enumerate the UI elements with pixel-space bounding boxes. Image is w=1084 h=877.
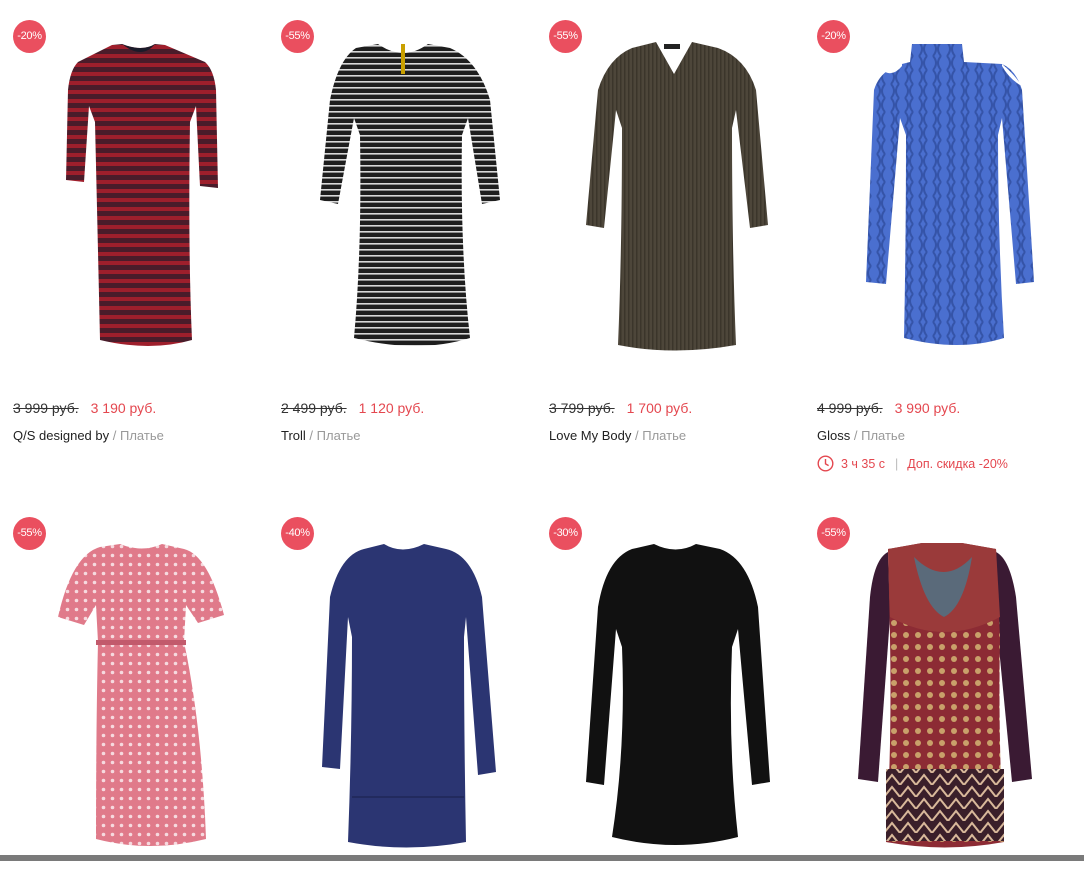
product-meta: Gloss / Платье bbox=[817, 428, 905, 443]
sale-price: 3 190 руб. bbox=[90, 400, 157, 416]
separator: / bbox=[853, 428, 858, 443]
product-photo[interactable]: -55% bbox=[536, 0, 796, 380]
product-meta: Troll / Платье bbox=[281, 428, 361, 443]
olive-knit-dress-image bbox=[586, 42, 768, 351]
category-link[interactable]: Платье bbox=[642, 428, 686, 443]
product-photo[interactable]: -20% bbox=[804, 0, 1064, 380]
discount-badge: -55% bbox=[13, 517, 46, 550]
product-photo[interactable]: -20% bbox=[0, 0, 260, 380]
extra-discount-link[interactable]: Доп. скидка -20% bbox=[907, 457, 1008, 471]
discount-badge: -55% bbox=[281, 20, 314, 53]
old-price: 3 799 руб. bbox=[549, 400, 615, 416]
discount-badge: -30% bbox=[549, 517, 582, 550]
separator: / bbox=[112, 428, 117, 443]
separator: / bbox=[309, 428, 314, 443]
category-link[interactable]: Платье bbox=[120, 428, 164, 443]
price-row: 4 999 руб. 3 990 руб. bbox=[817, 400, 1064, 420]
old-price: 2 499 руб. bbox=[281, 400, 347, 416]
category-link[interactable]: Платье bbox=[861, 428, 905, 443]
sale-price: 1 120 руб. bbox=[358, 400, 425, 416]
old-price: 4 999 руб. bbox=[817, 400, 883, 416]
sale-price: 3 990 руб. bbox=[894, 400, 961, 416]
navy-dress-image bbox=[322, 544, 496, 848]
discount-badge: -20% bbox=[817, 20, 850, 53]
category-link[interactable]: Платье bbox=[317, 428, 361, 443]
product-photo[interactable]: -40% bbox=[268, 497, 528, 877]
divider: | bbox=[895, 457, 899, 471]
black-white-striped-dress-image bbox=[320, 44, 500, 346]
red-striped-dress-image bbox=[66, 44, 218, 346]
price-row: 3 999 руб. 3 190 руб. bbox=[13, 400, 260, 420]
black-dress-image bbox=[586, 544, 770, 845]
pink-print-dress-image bbox=[58, 544, 224, 846]
product-meta: Q/S designed by / Платье bbox=[13, 428, 164, 443]
separator: / bbox=[635, 428, 639, 443]
discount-badge: -20% bbox=[13, 20, 46, 53]
discount-badge: -40% bbox=[281, 517, 314, 550]
discount-badge: -55% bbox=[817, 517, 850, 550]
promo-row: 3 ч 35 с | Доп. скидка -20% bbox=[817, 455, 1008, 475]
brand-link[interactable]: Gloss bbox=[817, 428, 850, 443]
product-meta: Love My Body / Платье bbox=[549, 428, 686, 443]
product-photo[interactable]: -30% bbox=[536, 497, 796, 877]
product-photo[interactable]: -55% bbox=[804, 497, 1064, 877]
product-grid: -20% 3 999 руб. 3 190 руб. Q/S designed b… bbox=[0, 0, 1084, 861]
printed-long-sleeve-dress-image bbox=[858, 543, 1032, 848]
clock-icon bbox=[817, 455, 834, 475]
price-row: 2 499 руб. 1 120 руб. bbox=[281, 400, 528, 420]
bottom-divider bbox=[0, 855, 1084, 861]
old-price: 3 999 руб. bbox=[13, 400, 79, 416]
blue-cable-knit-dress-image bbox=[866, 44, 1034, 345]
brand-link[interactable]: Love My Body bbox=[549, 428, 631, 443]
price-row: 3 799 руб. 1 700 руб. bbox=[549, 400, 796, 420]
sale-price: 1 700 руб. bbox=[626, 400, 693, 416]
product-photo[interactable]: -55% bbox=[0, 497, 260, 877]
brand-link[interactable]: Troll bbox=[281, 428, 306, 443]
brand-link[interactable]: Q/S designed by bbox=[13, 428, 109, 443]
discount-badge: -55% bbox=[549, 20, 582, 53]
product-photo[interactable]: -55% bbox=[268, 0, 528, 380]
countdown-timer: 3 ч 35 с bbox=[841, 457, 886, 471]
